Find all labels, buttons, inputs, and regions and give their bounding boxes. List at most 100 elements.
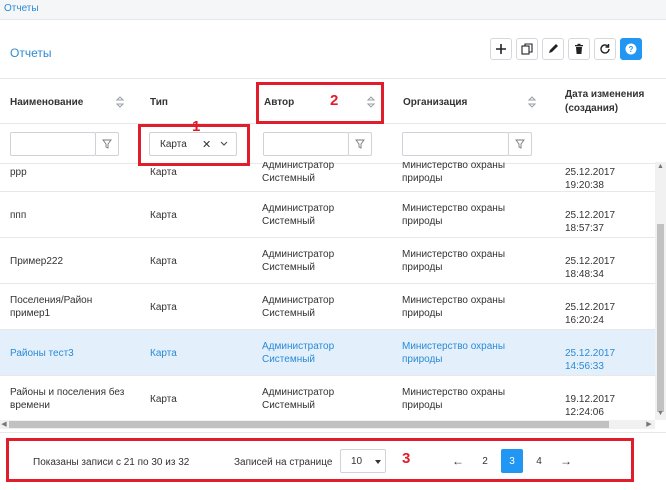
horizontal-scrollbar[interactable]: ◀ ▶ — [0, 420, 655, 429]
cell-line: Администратор — [262, 387, 335, 398]
trash-icon — [575, 43, 583, 54]
cell-line: Поселения/Район — [10, 295, 93, 306]
table-cell-name: ррр — [10, 167, 27, 178]
table-row[interactable]: Поселения/Район пример1 Карта Администратор… — [0, 284, 655, 330]
svg-text:?: ? — [629, 45, 634, 54]
copy-button[interactable] — [516, 38, 538, 60]
table-row[interactable]: Районы и поселения без времени Карта Админи… — [0, 376, 655, 420]
cell-line: Администратор — [262, 341, 335, 352]
column-header-date[interactable]: Дата изменения (создания) — [565, 79, 644, 125]
plus-icon — [496, 44, 506, 54]
table-cell-author: Администратор Системный — [262, 386, 334, 412]
cell-line: Министерство охраны — [402, 387, 506, 398]
cell-line: Администратор — [262, 249, 335, 260]
name-filter-button[interactable] — [95, 132, 119, 156]
column-header-type[interactable]: Тип — [150, 79, 168, 125]
author-filter-input[interactable] — [263, 132, 349, 156]
horizontal-scrollbar-thumb[interactable] — [9, 421, 609, 428]
cell-line: Администратор — [262, 203, 335, 214]
vertical-scrollbar[interactable]: ▲ ▼ — [655, 162, 666, 420]
cell-line: Министерство охраны — [402, 295, 506, 306]
table-row[interactable]: Районы тест3 Карта Администратор Системный М… — [0, 330, 655, 376]
cell-line: природы — [402, 173, 443, 184]
table-row[interactable]: ппп Карта Администратор Системный Министерст… — [0, 192, 655, 238]
table-cell-org: Министерство охраны природы — [402, 386, 505, 412]
column-header-date-line1: Дата изменения — [565, 89, 645, 100]
table-cell-date: 25.12.2017 14:56:33 — [565, 348, 616, 372]
cell-line: Администратор — [262, 295, 335, 306]
add-button[interactable] — [490, 38, 512, 60]
table-cell-type: Карта — [150, 256, 177, 267]
cell-line: Министерство охраны — [402, 162, 506, 171]
table-cell-name: ппп — [10, 210, 27, 221]
delete-button[interactable] — [568, 38, 590, 60]
name-filter-input[interactable] — [10, 132, 96, 156]
annotation-number-3: 3 — [402, 450, 411, 467]
annotation-box-3 — [6, 438, 634, 482]
annotation-number-2: 2 — [330, 92, 339, 109]
cell-line: природы — [402, 400, 443, 411]
cell-line: Системный — [262, 262, 316, 273]
table-cell-name: Пример222 — [10, 256, 64, 267]
cell-line: Министерство охраны — [402, 203, 506, 214]
table-cell-name: Поселения/Район пример1 — [10, 294, 92, 320]
cell-line: Администратор — [262, 162, 335, 171]
scroll-down-icon[interactable]: ▼ — [657, 410, 664, 418]
table-cell-author: Администратор Системный — [262, 294, 334, 320]
scroll-up-icon[interactable]: ▲ — [657, 163, 664, 171]
column-header-organization[interactable]: Организация — [403, 79, 467, 125]
table-cell-date: 19.12.2017 12:24:06 — [565, 394, 616, 418]
column-header-name[interactable]: Наименование — [10, 79, 83, 125]
table-cell-date: 25.12.2017 18:57:37 — [565, 210, 616, 234]
toolbar: ? — [490, 38, 642, 60]
cell-line: Системный — [262, 308, 316, 319]
table-cell-org: Министерство охраны природы — [402, 340, 505, 366]
sort-icon[interactable] — [527, 96, 537, 108]
table-cell-name: Районы тест3 — [10, 348, 74, 359]
table-body: ррр Карта Администратор Системный Министерст… — [0, 162, 655, 420]
organization-filter-button[interactable] — [508, 132, 532, 156]
sort-icon[interactable] — [115, 96, 125, 108]
table-cell-org: Министерство охраны природы — [402, 248, 505, 274]
table-cell-name: Районы и поселения без времени — [10, 386, 124, 412]
table-cell-date: 25.12.2017 19:20:38 — [565, 167, 616, 191]
author-filter-button[interactable] — [348, 132, 372, 156]
table-cell-date: 25.12.2017 18:48:34 — [565, 256, 616, 280]
refresh-icon — [600, 44, 610, 54]
edit-button[interactable] — [542, 38, 564, 60]
organization-filter-input[interactable] — [402, 132, 509, 156]
cell-line: природы — [402, 216, 443, 227]
cell-line: Министерство охраны — [402, 341, 506, 352]
help-button[interactable]: ? — [620, 38, 642, 60]
filter-icon — [355, 139, 365, 149]
cell-line: природы — [402, 262, 443, 273]
refresh-button[interactable] — [594, 38, 616, 60]
cell-line: Системный — [262, 354, 316, 365]
cell-line: природы — [402, 354, 443, 365]
pencil-icon — [549, 44, 558, 53]
scroll-right-icon[interactable]: ▶ — [645, 420, 653, 429]
table-cell-type: Карта — [150, 394, 177, 405]
filter-icon — [515, 139, 525, 149]
panel-title: Отчеты — [10, 46, 52, 60]
question-icon: ? — [625, 43, 637, 55]
vertical-scrollbar-thumb[interactable] — [657, 224, 664, 412]
table-cell-date: 25.12.2017 16:20:24 — [565, 302, 616, 326]
cell-line: Районы и поселения без — [10, 387, 125, 398]
breadcrumb: Отчеты — [0, 0, 666, 20]
annotation-number-1: 1 — [192, 118, 201, 135]
table-cell-org: Министерство охраны природы — [402, 202, 505, 228]
table-row[interactable]: Пример222 Карта Администратор Системный Мини… — [0, 238, 655, 284]
table-row[interactable]: ррр Карта Администратор Системный Министерст… — [0, 162, 655, 192]
table-cell-type: Карта — [150, 302, 177, 313]
table-cell-org: Министерство охраны природы — [402, 294, 505, 320]
breadcrumb-link-reports[interactable]: Отчеты — [4, 3, 39, 14]
table-cell-author: Администратор Системный — [262, 202, 334, 228]
annotation-box-2 — [256, 82, 384, 124]
cell-line: природы — [402, 308, 443, 319]
table-cell-author: Администратор Системный — [262, 248, 334, 274]
cell-line: Министерство охраны — [402, 249, 506, 260]
table-cell-org: Министерство охраны природы — [402, 162, 505, 185]
scroll-left-icon[interactable]: ◀ — [0, 420, 8, 429]
cell-line: Системный — [262, 400, 316, 411]
